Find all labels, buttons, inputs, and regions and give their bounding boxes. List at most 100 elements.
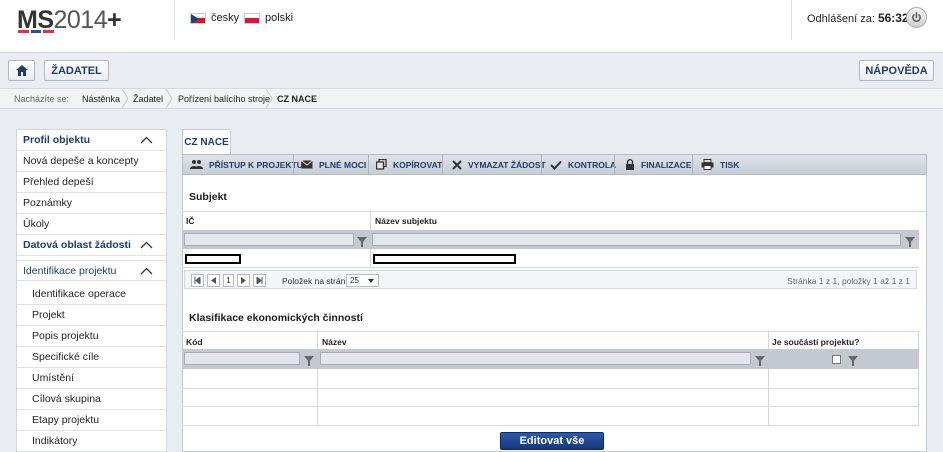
filter-ic-input[interactable] [184, 233, 354, 246]
breadcrumb-prefix: Nacházíte se: [14, 94, 70, 104]
breadcrumb-item[interactable]: Pořízení balícího stroje [178, 94, 270, 104]
filter-funnel-icon[interactable] [304, 356, 314, 366]
sidebar-item-indikatory[interactable]: Indikátory [17, 431, 166, 452]
breadcrumb-separator-icon [165, 89, 173, 108]
sidebar-item-ukoly[interactable]: Úkoly [17, 214, 166, 235]
language-polish-link[interactable]: polski [244, 12, 293, 24]
next-page-icon [241, 277, 246, 284]
logout-timer: Odhlášení za: 56:32 [807, 11, 909, 25]
finalize-button[interactable]: FINALIZACE [625, 155, 692, 174]
classification-section-title: Klasifikace ekonomických činností [189, 312, 363, 324]
sidebar-item-label: Přehled depeší [23, 176, 94, 188]
action-label: PŘÍSTUP K PROJEKTU [209, 159, 303, 170]
filter-funnel-icon[interactable] [755, 356, 765, 366]
sidebar-item-label: Identifikace projektu [23, 264, 117, 277]
grid-border [768, 331, 769, 425]
breadcrumb-item[interactable]: Žadatel [133, 94, 163, 104]
print-button[interactable]: TISK [701, 155, 739, 174]
language-label: polski [265, 12, 294, 24]
current-page-input[interactable]: 1 [223, 274, 234, 287]
redacted-ic-value [185, 254, 241, 264]
sidebar-item-prehled-depesi[interactable]: Přehled depeší [17, 172, 166, 193]
filter-funnel-icon[interactable] [905, 237, 915, 247]
filter-funnel-icon[interactable] [357, 237, 367, 247]
sidebar-item-label: Profil objektu [23, 134, 91, 146]
chevron-up-icon[interactable] [140, 267, 153, 275]
filter-funnel-icon[interactable] [848, 356, 858, 366]
page-size-select[interactable]: 25 [346, 274, 379, 287]
sidebar-item-umisteni[interactable]: Umístění [17, 368, 166, 389]
language-czech-link[interactable]: česky [190, 12, 239, 24]
filter-part-of-project-checkbox[interactable] [832, 355, 841, 364]
last-page-button[interactable] [253, 274, 266, 287]
action-divider [614, 155, 615, 174]
action-divider [293, 155, 294, 174]
sidebar-item-projekt[interactable]: Projekt [17, 305, 166, 326]
sidebar-item-cilova-skupina[interactable]: Cílová skupina [17, 389, 166, 410]
filter-name-input[interactable] [320, 352, 751, 365]
sidebar-item-label: Cílová skupina [32, 393, 101, 405]
power-of-attorney-button[interactable]: PLNÉ MOCI [301, 155, 366, 174]
sidebar-item-nova-depese[interactable]: Nová depeše a koncepty [17, 151, 166, 172]
copy-icon [376, 159, 387, 170]
sidebar-item-poznamky[interactable]: Poznámky [17, 193, 166, 214]
column-header-ic[interactable]: IČ [186, 216, 195, 226]
home-icon [15, 65, 28, 76]
first-page-button[interactable] [191, 274, 204, 287]
sidebar-item-popis-projektu[interactable]: Popis projektu [17, 326, 166, 347]
breadcrumb-current: CZ NACE [277, 94, 317, 104]
previous-page-button[interactable] [207, 274, 220, 287]
action-label: VYMAZAT ŽÁDOST [468, 159, 546, 170]
header-divider [174, 0, 175, 40]
logo-color-bars [18, 30, 55, 33]
help-button[interactable]: NÁPOVĚDA [859, 60, 934, 81]
sidebar-item-etapy-projektu[interactable]: Etapy projektu [17, 410, 166, 431]
action-bar: PŘÍSTUP K PROJEKTU PLNÉ MOCI KOPÍROVAT V… [182, 154, 927, 175]
grid-border [317, 331, 318, 425]
filter-subject-name-input[interactable] [372, 233, 901, 246]
applicant-button[interactable]: ŽADATEL [44, 60, 109, 81]
action-divider [368, 155, 369, 174]
logout-button[interactable] [906, 7, 927, 28]
sidebar-item-label: Umístění [32, 372, 75, 384]
grid-border [918, 331, 919, 425]
copy-button[interactable]: KOPÍROVAT [376, 155, 442, 174]
action-label: KONTROLA [568, 159, 617, 170]
home-button[interactable] [8, 60, 35, 81]
action-label: TISK [720, 159, 740, 170]
sidebar: Profil objektu Nová depeše a koncepty Př… [16, 129, 167, 452]
chevron-down-icon [368, 279, 374, 283]
breadcrumb: Nacházíte se: Nástěnka Žadatel Pořízení … [0, 88, 943, 109]
access-project-button[interactable]: PŘÍSTUP K PROJEKTU [190, 155, 303, 174]
edit-all-button[interactable]: Editovat vše [500, 432, 604, 450]
sidebar-item-identifikace-operace[interactable]: Identifikace operace [17, 284, 166, 305]
column-header-name[interactable]: Název [322, 337, 347, 347]
sidebar-item-identifikace-projektu[interactable]: Identifikace projektu [17, 260, 166, 281]
print-icon [701, 159, 714, 170]
column-header-code[interactable]: Kód [186, 337, 203, 347]
sidebar-item-label: Indikátory [32, 435, 78, 447]
action-divider [442, 155, 443, 174]
sidebar-item-specificke-cile[interactable]: Specifické cíle [17, 347, 166, 368]
check-icon [550, 160, 562, 170]
pager: 1 Položek na stránku 25 Stránka 1 z 1, p… [184, 270, 917, 289]
tab-cz-nace[interactable]: CZ NACE [182, 129, 231, 154]
filter-code-input[interactable] [184, 352, 300, 365]
column-header-subject-name[interactable]: Název subjektu [375, 216, 437, 226]
chevron-up-icon[interactable] [140, 241, 153, 249]
top-header: MS2014+ česky polski Odhlášení za: 56:32 [0, 0, 943, 53]
flag-cz-icon [190, 12, 206, 24]
grid-border [182, 211, 927, 212]
column-header-part-of-project[interactable]: Je součástí projektu? [772, 337, 859, 347]
next-page-button[interactable] [237, 274, 250, 287]
delete-application-button[interactable]: VYMAZAT ŽÁDOST [452, 155, 546, 174]
page-size-value: 25 [350, 276, 359, 285]
sidebar-item-datova-oblast[interactable]: Datová oblast žádosti [17, 235, 166, 256]
table-row [182, 388, 919, 389]
users-icon [190, 160, 203, 169]
lock-icon [626, 159, 634, 170]
sidebar-item-profil-objektu[interactable]: Profil objektu [17, 130, 166, 151]
chevron-up-icon[interactable] [140, 136, 153, 144]
check-button[interactable]: KONTROLA [550, 155, 616, 174]
breadcrumb-item[interactable]: Nástěnka [82, 94, 120, 104]
